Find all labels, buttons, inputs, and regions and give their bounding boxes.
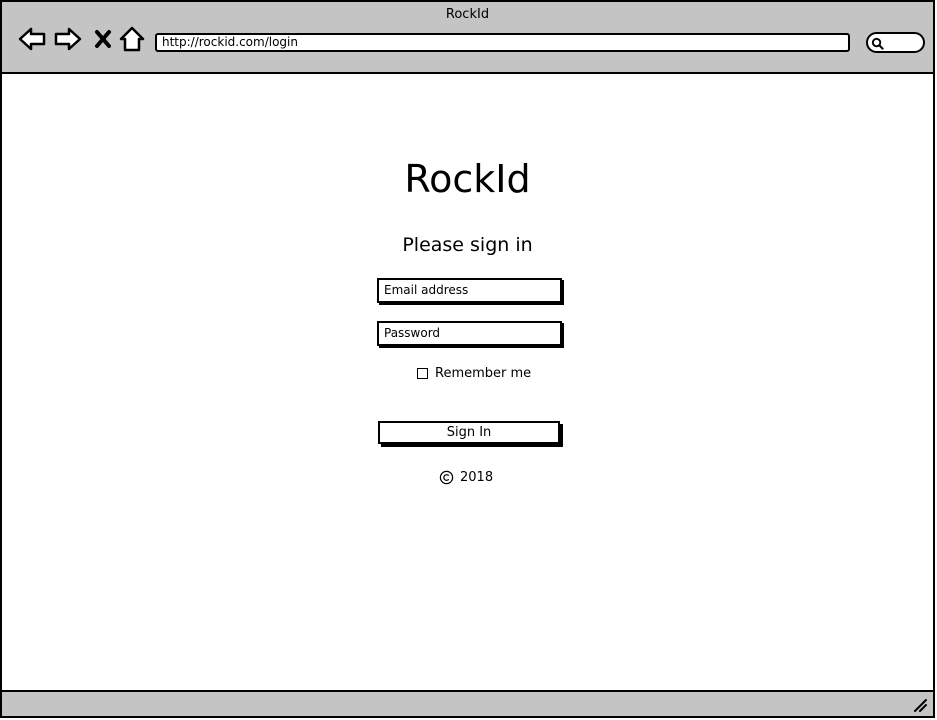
sign-in-button[interactable]: Sign In bbox=[378, 421, 560, 444]
home-button[interactable] bbox=[117, 24, 147, 54]
copyright-footer: 2018 bbox=[439, 470, 493, 485]
brand-title: RockId bbox=[404, 157, 531, 201]
address-bar[interactable]: http://rockid.com/login bbox=[155, 33, 850, 52]
remember-me-label: Remember me bbox=[435, 366, 532, 381]
copyright-icon bbox=[439, 470, 454, 485]
remember-me-checkbox[interactable] bbox=[417, 368, 428, 379]
sign-in-heading: Please sign in bbox=[402, 234, 533, 256]
browser-toolbar: RockId http://rockid.com/login bbox=[2, 2, 933, 74]
password-field[interactable]: Password bbox=[377, 321, 562, 346]
email-field[interactable]: Email address bbox=[377, 278, 562, 303]
close-icon bbox=[95, 30, 111, 48]
search-icon bbox=[871, 37, 884, 50]
search-box[interactable] bbox=[866, 32, 925, 53]
browser-window: RockId http://rockid.com/login RockId Pl… bbox=[0, 0, 935, 718]
resize-grip-icon[interactable] bbox=[913, 698, 927, 712]
stop-button[interactable] bbox=[88, 24, 118, 54]
copyright-year: 2018 bbox=[460, 470, 494, 485]
back-button[interactable] bbox=[17, 24, 47, 54]
back-arrow-icon bbox=[18, 27, 46, 51]
home-icon bbox=[119, 26, 145, 52]
window-title: RockId bbox=[445, 7, 490, 22]
forward-arrow-icon bbox=[54, 27, 82, 51]
page-content: RockId Please sign in Email address Pass… bbox=[2, 74, 933, 692]
status-bar bbox=[2, 690, 933, 716]
forward-button[interactable] bbox=[53, 24, 83, 54]
remember-me-option[interactable]: Remember me bbox=[417, 366, 531, 381]
